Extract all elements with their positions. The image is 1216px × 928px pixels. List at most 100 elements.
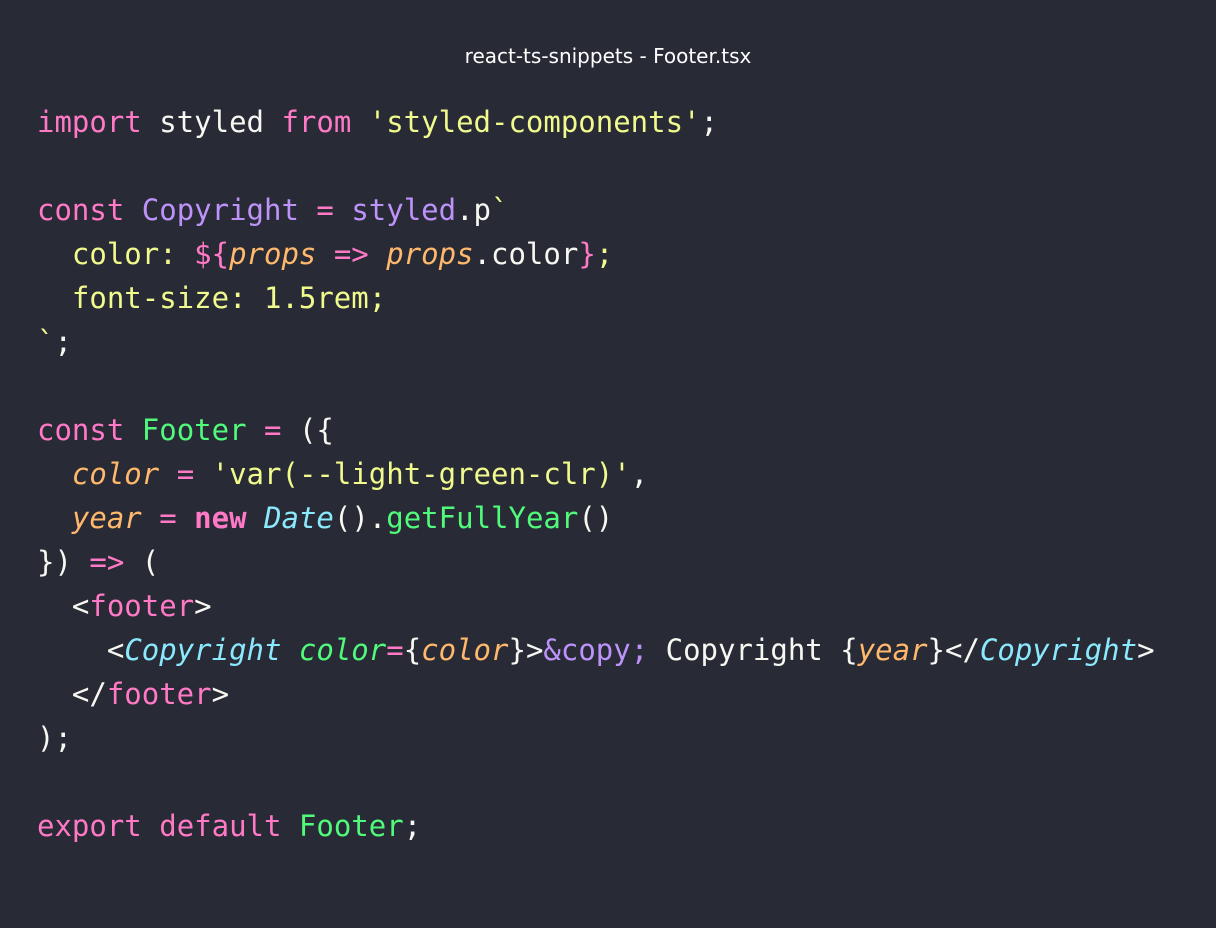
code-token: > — [211, 677, 230, 711]
code-token: const — [37, 193, 125, 227]
code-token: year — [71, 501, 142, 535]
code-token: props — [386, 237, 474, 271]
code-token: from — [281, 105, 352, 139]
code-token: ); — [37, 721, 72, 755]
code-editor[interactable]: import styled from 'styled-components'; c… — [37, 100, 1155, 848]
code-line: export default Footer; — [37, 804, 1155, 848]
code-line: color: ${props => props.color}; — [37, 232, 1155, 276]
code-line: <Copyright color={color}>&copy; Copyrigh… — [37, 628, 1155, 672]
code-line: }) => ( — [37, 540, 1155, 584]
code-token: Footer — [298, 809, 404, 843]
code-token: Copyright — [141, 193, 299, 227]
code-line: const Footer = ({ — [37, 408, 1155, 452]
code-token: Copyright — [124, 633, 282, 667]
code-line: import styled from 'styled-components'; — [37, 100, 1155, 144]
code-window: react-ts-snippets - Footer.tsx import st… — [0, 0, 1216, 928]
code-token: props — [229, 237, 317, 271]
code-token: ` — [37, 325, 55, 359]
code-token: Footer — [141, 413, 247, 447]
code-token: => — [89, 545, 125, 579]
code-token: ${ — [194, 237, 230, 271]
code-token: }> — [508, 633, 544, 667]
code-token: Copyright — [979, 633, 1138, 667]
code-token: getFullYear — [386, 501, 579, 535]
code-token: ; — [403, 809, 422, 843]
code-token: color: — [37, 237, 195, 271]
code-token: .color — [473, 237, 579, 271]
code-token: { — [403, 633, 422, 667]
code-token: Date — [264, 501, 334, 535]
code-token: = — [264, 413, 282, 447]
code-line: font-size: 1.5rem; — [37, 276, 1155, 320]
code-token: ({ — [281, 413, 334, 447]
code-token: (). — [333, 501, 387, 535]
code-token: .p — [456, 193, 492, 227]
code-token: ( — [124, 545, 160, 579]
code-line: <footer> — [37, 584, 1155, 628]
code-token: styled — [351, 193, 457, 227]
code-token: => — [333, 237, 369, 271]
code-token: ; — [700, 105, 718, 139]
code-token: }</ — [927, 633, 980, 667]
code-token: &copy; — [543, 633, 649, 667]
code-token: export — [37, 809, 142, 843]
code-token: footer — [106, 677, 212, 711]
code-token: color — [71, 457, 160, 491]
code-line: `; — [37, 320, 1155, 364]
code-token: const — [37, 413, 125, 447]
code-token: year — [857, 633, 928, 667]
code-token: = — [159, 501, 177, 535]
code-token: ; — [595, 237, 614, 271]
code-token: = — [316, 193, 334, 227]
code-line: year = new Date().getFullYear() — [37, 496, 1155, 540]
code-token: ` — [491, 193, 509, 227]
code-token: }) — [37, 545, 90, 579]
code-token: } — [578, 237, 596, 271]
code-token: < — [37, 633, 125, 667]
code-token: ; — [54, 325, 72, 359]
window-title: react-ts-snippets - Footer.tsx — [464, 44, 752, 68]
code-token: import — [37, 105, 142, 139]
code-token: color — [298, 633, 387, 667]
code-line: const Copyright = styled.p` — [37, 188, 1155, 232]
title-bar: react-ts-snippets - Footer.tsx — [0, 38, 1216, 74]
code-token: Copyright { — [648, 633, 858, 667]
code-token: = — [176, 457, 195, 491]
code-line: </footer> — [37, 672, 1155, 716]
code-token: 'var(--light-green-clr)' — [211, 457, 631, 491]
code-token: footer — [89, 589, 195, 623]
code-token: color — [421, 633, 509, 667]
code-token: < — [37, 589, 90, 623]
code-token: font-size: 1.5rem; — [37, 281, 387, 315]
code-token: default — [159, 809, 282, 843]
code-token: new — [194, 501, 247, 535]
code-line: ); — [37, 716, 1155, 760]
code-token: > — [1137, 633, 1155, 667]
code-token: </ — [37, 677, 107, 711]
code-token: styled — [141, 105, 282, 139]
code-token: , — [630, 457, 649, 491]
code-line: color = 'var(--light-green-clr)', — [37, 452, 1155, 496]
code-token: = — [386, 633, 404, 667]
code-token: 'styled-components' — [368, 105, 701, 139]
